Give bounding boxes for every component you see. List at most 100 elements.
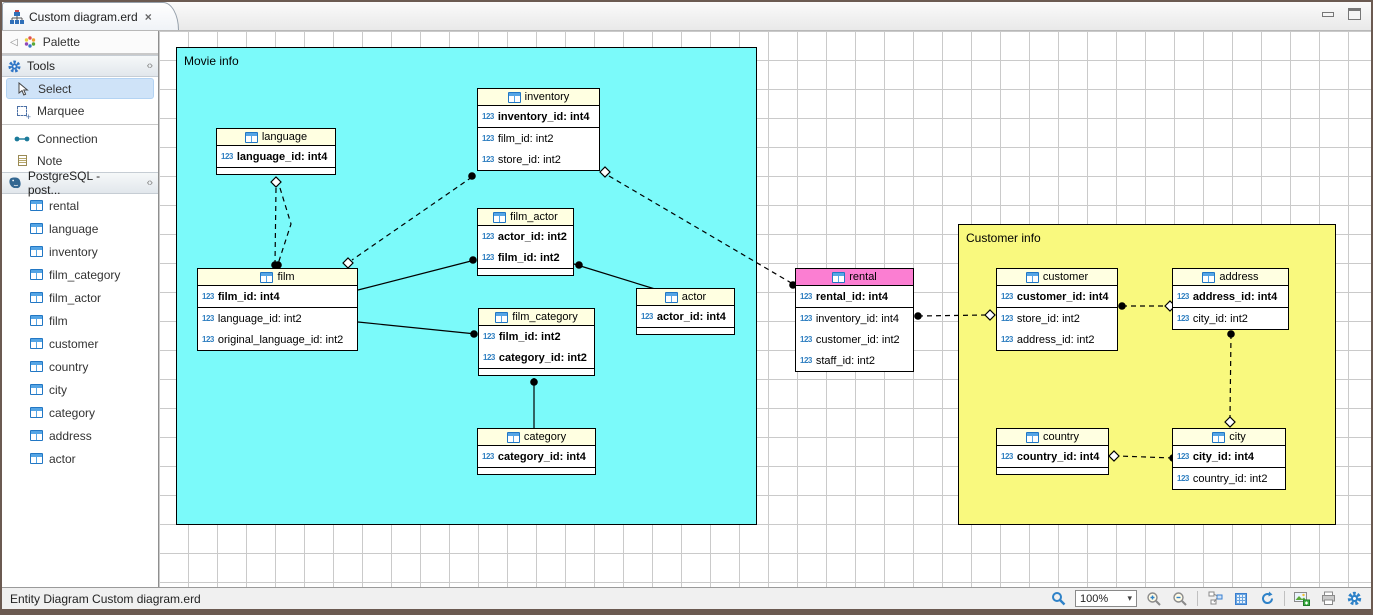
column-row-actor_id[interactable]: 123actor_id: int4 <box>637 306 734 327</box>
column-row-language_id[interactable]: 123language_id: int2 <box>198 308 357 329</box>
entity-header[interactable]: rental <box>796 269 913 286</box>
column-row-staff_id[interactable]: 123staff_id: int2 <box>796 350 913 371</box>
entity-table-language[interactable]: language123language_id: int4 <box>216 128 336 175</box>
connection-film_actor-film[interactable] <box>358 260 475 290</box>
sidebar-table-language[interactable]: language <box>2 217 158 240</box>
collapse-db-icon[interactable]: ‹› <box>147 177 152 189</box>
column-row-city_id[interactable]: 123city_id: int2 <box>1173 308 1288 329</box>
maximize-view-icon[interactable] <box>1348 8 1361 20</box>
column-row-inventory_id[interactable]: 123inventory_id: int4 <box>478 106 599 127</box>
entity-header[interactable]: film_category <box>479 309 594 326</box>
erd-canvas[interactable]: Movie infoCustomer infolanguage123langua… <box>159 31 1371 587</box>
column-row-customer_id[interactable]: 123customer_id: int4 <box>997 286 1117 307</box>
column-row-address_id[interactable]: 123address_id: int2 <box>997 329 1117 350</box>
column-row-rental_id[interactable]: 123rental_id: int4 <box>796 286 913 307</box>
entity-table-category[interactable]: category123category_id: int4 <box>477 428 596 475</box>
tools-section-header[interactable]: Tools ‹› <box>2 55 158 77</box>
postgresql-section-header[interactable]: PostgreSQL - post... ‹› <box>2 172 158 194</box>
zoom-out-icon[interactable] <box>1171 591 1189 607</box>
entity-table-country[interactable]: country123country_id: int4 <box>996 428 1109 475</box>
connection-address-city[interactable] <box>1230 334 1231 417</box>
sidebar-table-city[interactable]: city <box>2 378 158 401</box>
entity-header[interactable]: customer <box>997 269 1117 286</box>
entity-header[interactable]: actor <box>637 289 734 306</box>
entity-table-film_category[interactable]: film_category123film_id: int2123category… <box>478 308 595 376</box>
entity-header[interactable]: inventory <box>478 89 599 106</box>
sidebar-table-rental[interactable]: rental <box>2 194 158 217</box>
collapse-tools-icon[interactable]: ‹› <box>147 60 152 72</box>
connection-city-country[interactable] <box>1118 456 1173 458</box>
sidebar-table-country[interactable]: country <box>2 355 158 378</box>
entity-table-film[interactable]: film123film_id: int4123language_id: int2… <box>197 268 358 351</box>
column-row-actor_id[interactable]: 123actor_id: int2 <box>478 226 573 247</box>
print-icon[interactable] <box>1319 591 1337 607</box>
column-row-inventory_id[interactable]: 123inventory_id: int4 <box>796 308 913 329</box>
column-row-film_id[interactable]: 123film_id: int2 <box>478 128 599 149</box>
entity-table-address[interactable]: address123address_id: int4123city_id: in… <box>1172 268 1289 330</box>
sidebar-table-category[interactable]: category <box>2 401 158 424</box>
tool-item-select[interactable]: Select <box>6 78 154 99</box>
column-row-film_id[interactable]: 123film_id: int2 <box>478 247 573 268</box>
entity-header[interactable]: language <box>217 129 335 146</box>
numeric-type-icon: 123 <box>641 312 653 321</box>
entity-table-rental[interactable]: rental123rental_id: int4123inventory_id:… <box>795 268 914 372</box>
connection-film-language[interactable] <box>275 188 276 264</box>
sidebar-table-film_actor[interactable]: film_actor <box>2 286 158 309</box>
entity-table-customer[interactable]: customer123customer_id: int4123store_id:… <box>996 268 1118 351</box>
column-row-film_id[interactable]: 123film_id: int2 <box>479 326 594 347</box>
entity-header[interactable]: film_actor <box>478 209 573 226</box>
tool-item-connection[interactable]: Connection <box>6 128 154 149</box>
collapse-palette-icon[interactable]: ◁ <box>10 37 17 48</box>
column-row-customer_id[interactable]: 123customer_id: int2 <box>796 329 913 350</box>
sidebar-table-inventory[interactable]: inventory <box>2 240 158 263</box>
connection-rental-customer[interactable] <box>918 315 986 316</box>
sidebar-table-actor[interactable]: actor <box>2 447 158 470</box>
toggle-grid-icon[interactable] <box>1232 591 1250 607</box>
entity-header[interactable]: film <box>198 269 357 286</box>
column-row-category_id[interactable]: 123category_id: int4 <box>478 446 595 467</box>
connection-film_actor-actor[interactable] <box>574 264 655 289</box>
entity-table-film_actor[interactable]: film_actor123actor_id: int2123film_id: i… <box>477 208 574 276</box>
entity-header[interactable]: address <box>1173 269 1288 286</box>
entity-header[interactable]: city <box>1173 429 1285 446</box>
zoom-level-select[interactable]: 100% ▾ <box>1075 590 1137 607</box>
sidebar-table-film[interactable]: film <box>2 309 158 332</box>
connection-film_category-film[interactable] <box>358 322 476 334</box>
tab-close-icon[interactable]: × <box>145 10 152 24</box>
settings-gear-icon[interactable] <box>1345 591 1363 607</box>
numeric-type-icon: 123 <box>482 253 494 262</box>
tab-custom-diagram[interactable]: Custom diagram.erd × <box>2 2 179 30</box>
column-row-film_id[interactable]: 123film_id: int4 <box>198 286 357 307</box>
column-row-store_id[interactable]: 123store_id: int2 <box>478 149 599 170</box>
column-row-category_id[interactable]: 123category_id: int2 <box>479 347 594 368</box>
entity-header[interactable]: category <box>478 429 595 446</box>
search-magnifier-icon[interactable] <box>1049 591 1067 607</box>
sidebar-table-address[interactable]: address <box>2 424 158 447</box>
entity-table-inventory[interactable]: inventory123inventory_id: int4123film_id… <box>477 88 600 171</box>
entity-header[interactable]: country <box>997 429 1108 446</box>
sidebar-table-customer[interactable]: customer <box>2 332 158 355</box>
connection-film-language[interactable] <box>278 188 291 264</box>
connection-rental-inventory[interactable] <box>609 176 793 284</box>
entity-table-actor[interactable]: actor123actor_id: int4 <box>636 288 735 335</box>
column-row-city_id[interactable]: 123city_id: int4 <box>1173 446 1285 467</box>
tool-item-marquee[interactable]: Marquee <box>6 100 154 121</box>
palette-header[interactable]: ◁ Palette <box>2 31 158 55</box>
column-row-language_id[interactable]: 123language_id: int4 <box>217 146 335 167</box>
zoom-in-icon[interactable] <box>1145 591 1163 607</box>
column-row-country_id[interactable]: 123country_id: int2 <box>1173 468 1285 489</box>
arrange-diagram-icon[interactable] <box>1206 591 1224 607</box>
sidebar-table-film_category[interactable]: film_category <box>2 263 158 286</box>
column-row-country_id[interactable]: 123country_id: int4 <box>997 446 1108 467</box>
column-row-store_id[interactable]: 123store_id: int2 <box>997 308 1117 329</box>
column-row-original_language_id[interactable]: 123original_language_id: int2 <box>198 329 357 350</box>
minimize-view-icon[interactable] <box>1322 12 1334 17</box>
entity-table-city[interactable]: city123city_id: int4123country_id: int2 <box>1172 428 1286 490</box>
connection-inventory-film[interactable] <box>352 177 472 260</box>
column-row-address_id[interactable]: 123address_id: int4 <box>1173 286 1288 307</box>
tool-item-note[interactable]: Note <box>6 150 154 171</box>
save-image-icon[interactable] <box>1293 591 1311 607</box>
refresh-icon[interactable] <box>1258 591 1276 607</box>
table-icon <box>1212 432 1225 443</box>
pk-section: 123actor_id: int4 <box>637 306 734 328</box>
